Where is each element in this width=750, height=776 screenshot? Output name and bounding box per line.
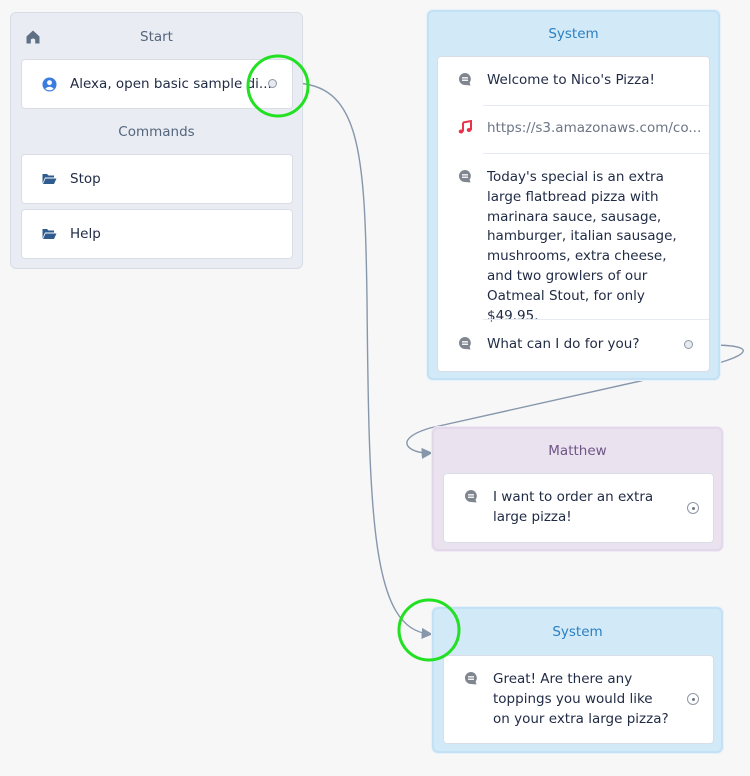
start-intent-item[interactable]: Alexa, open basic sample di... [21, 59, 293, 109]
message-item[interactable]: Welcome to Nico's Pizza! [438, 71, 709, 91]
audio-url: https://s3.amazonaws.com/co... [487, 120, 702, 136]
start-node-title: Start [140, 29, 173, 45]
speech-bubble-icon [456, 168, 474, 326]
command-label: Stop [70, 171, 101, 187]
system-node[interactable]: System Great! Are there any toppings you… [432, 607, 723, 753]
user-node-title: Matthew [548, 443, 607, 459]
start-node[interactable]: Start Alexa, open basic sample di... Com… [10, 12, 303, 269]
message-item[interactable]: Today's special is an extra large flatbr… [438, 168, 689, 326]
output-port[interactable] [684, 340, 693, 349]
user-circle-icon [40, 76, 58, 92]
input-port[interactable] [687, 502, 699, 514]
folder-open-icon [40, 228, 58, 240]
command-item-help[interactable]: Help [21, 209, 293, 259]
divider [483, 105, 709, 106]
start-intent-label: Alexa, open basic sample di... [70, 76, 272, 92]
system-messages-card[interactable]: Great! Are there any toppings you would … [443, 655, 714, 744]
system-node-title: System [548, 26, 599, 42]
music-note-icon [456, 119, 474, 139]
user-node[interactable]: Matthew I want to order an extra large p… [432, 427, 723, 551]
message-text: I want to order an extra large pizza! [493, 489, 654, 525]
message-text: Great! Are there any toppings you would … [493, 671, 669, 727]
commands-title: Commands [118, 124, 195, 140]
speech-bubble-icon [462, 670, 480, 729]
message-item[interactable]: Great! Are there any toppings you would … [444, 670, 673, 729]
command-item-stop[interactable]: Stop [21, 154, 293, 204]
divider [483, 319, 709, 320]
message-item[interactable]: What can I do for you? [438, 335, 709, 355]
message-text: Today's special is an extra large flatbr… [487, 169, 677, 324]
command-label: Help [70, 226, 101, 242]
user-message-card[interactable]: I want to order an extra large pizza! [443, 473, 714, 543]
audio-item[interactable]: https://s3.amazonaws.com/co... [438, 119, 709, 139]
folder-open-icon [40, 173, 58, 185]
message-text: Welcome to Nico's Pizza! [487, 72, 655, 88]
system-node[interactable]: System Welcome to Nico's Pizza! https://… [427, 10, 720, 380]
connector-start-to-system2 [291, 82, 433, 639]
speech-bubble-icon [456, 71, 474, 91]
system-messages-card[interactable]: Welcome to Nico's Pizza! https://s3.amaz… [437, 56, 710, 372]
message-text: What can I do for you? [487, 336, 640, 352]
message-item[interactable]: I want to order an extra large pizza! [444, 488, 673, 528]
output-port[interactable] [268, 79, 277, 88]
speech-bubble-icon [456, 335, 474, 355]
speech-bubble-icon [462, 488, 480, 528]
divider [483, 153, 709, 154]
input-port[interactable] [687, 693, 699, 705]
system-node-title: System [552, 624, 603, 640]
